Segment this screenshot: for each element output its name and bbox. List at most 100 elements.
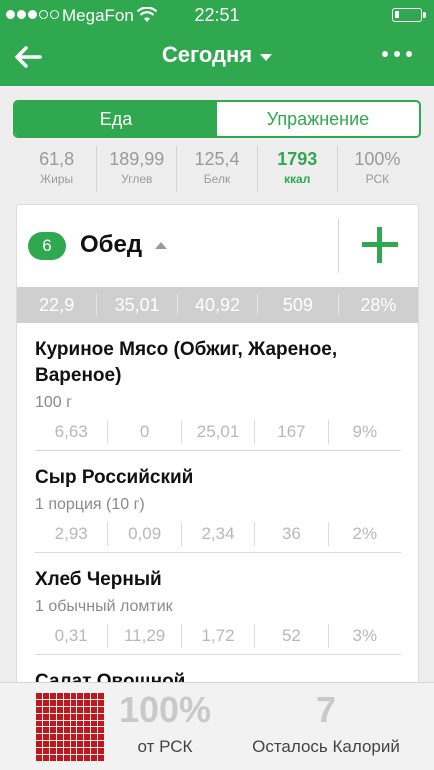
progress-cell: [84, 734, 91, 741]
progress-cell: [63, 720, 70, 727]
progress-cell: [36, 748, 42, 755]
progress-cell: [77, 755, 84, 761]
progress-cell: [56, 699, 63, 706]
summary-value: 100%: [354, 149, 401, 169]
progress-cell: [70, 748, 77, 755]
progress-cell: [91, 741, 98, 748]
food-fat: 0,31: [35, 624, 109, 648]
summary-protein: 125,4 Белк: [177, 146, 258, 192]
progress-cell: [56, 713, 63, 720]
progress-cell: [56, 706, 63, 713]
progress-cell: [56, 741, 63, 748]
tab-exercise[interactable]: Упражнение: [217, 102, 419, 136]
progress-cell: [42, 720, 49, 727]
progress-cell: [49, 748, 56, 755]
food-name: Хлеб Черный: [35, 569, 162, 590]
progress-cell: [91, 713, 98, 720]
summary-label: РСК: [365, 172, 390, 186]
progress-cell: [42, 734, 49, 741]
daily-summary: 61,8 Жиры 189,99 Углев 125,4 Белк 1793 к…: [17, 146, 417, 192]
summary-label: ккал: [284, 172, 311, 186]
summary-value: 189,99: [109, 149, 165, 169]
food-calories: 36: [255, 522, 329, 546]
progress-cell: [42, 755, 49, 761]
food-nutrients: 2,93 0,09 2,34 36 2%: [35, 522, 401, 553]
food-name: Куриное Мясо (Обжиг, Жареное, Вареное): [35, 339, 338, 386]
meal-totals-row: 22,9 35,01 40,92 509 28%: [17, 287, 418, 323]
progress-cell: [63, 741, 70, 748]
progress-cell: [77, 693, 84, 699]
food-portion: 100 г: [35, 394, 72, 411]
progress-cell: [42, 693, 49, 699]
tab-food[interactable]: Еда: [15, 102, 217, 136]
progress-cell: [77, 713, 84, 720]
progress-cell: [91, 755, 98, 761]
food-nutrients: 6,63 0 25,01 167 9%: [35, 420, 401, 451]
progress-cell: [56, 748, 63, 755]
progress-cell: [91, 720, 98, 727]
progress-cell: [36, 699, 42, 706]
food-portion: 1 порция (10 г): [35, 496, 145, 513]
food-item[interactable]: Сыр Российский 1 порция (10 г) 2,93 0,09…: [17, 451, 418, 553]
progress-cell: [91, 693, 98, 699]
summary-value: 125,4: [194, 149, 240, 169]
progress-cell: [56, 720, 63, 727]
food-protein: 25,01: [182, 420, 256, 444]
progress-cell: [36, 713, 42, 720]
food-fat: 2,93: [35, 522, 109, 546]
food-item[interactable]: Хлеб Черный 1 обычный ломтик 0,31 11,29 …: [17, 553, 418, 655]
food-item[interactable]: Куриное Мясо (Обжиг, Жареное, Вареное) 1…: [17, 323, 418, 451]
progress-cell: [42, 713, 49, 720]
progress-cell: [56, 693, 63, 699]
meal-header[interactable]: 6 Обед: [17, 205, 418, 287]
rdi-percent: 100%: [118, 689, 212, 730]
chevron-down-icon: [260, 54, 273, 62]
food-rdi: 9%: [352, 422, 378, 441]
progress-cell: [77, 741, 84, 748]
rdi-progress-grid: [36, 693, 104, 761]
progress-cell: [56, 755, 63, 761]
battery-icon: [392, 8, 426, 22]
progress-cell: [49, 699, 56, 706]
progress-cell: [77, 720, 84, 727]
summary-calories: 1793 ккал: [258, 146, 338, 192]
progress-cell: [36, 720, 42, 727]
progress-cell: [84, 693, 91, 699]
progress-cell: [70, 713, 77, 720]
progress-cell: [36, 727, 42, 734]
progress-cell: [98, 693, 104, 699]
meal-total-fat: 22,9: [17, 294, 98, 316]
progress-cell: [49, 693, 56, 699]
progress-cell: [63, 734, 70, 741]
date-selector[interactable]: Сегодня: [0, 42, 434, 68]
progress-cell: [84, 713, 91, 720]
food-portion: 1 обычный ломтик: [35, 598, 173, 615]
progress-cell: [98, 713, 104, 720]
progress-cell: [98, 699, 104, 706]
progress-cell: [49, 734, 56, 741]
meal-count-badge: 6: [28, 232, 66, 260]
progress-cell: [91, 706, 98, 713]
progress-cell: [63, 748, 70, 755]
progress-cell: [70, 734, 77, 741]
progress-cell: [70, 693, 77, 699]
summary-value: 61,8: [39, 149, 75, 169]
summary-fat: 61,8 Жиры: [17, 146, 98, 192]
progress-cell: [49, 706, 56, 713]
meal-total-protein: 40,92: [178, 294, 259, 316]
progress-cell: [63, 713, 70, 720]
summary-value: 1793: [277, 149, 318, 169]
summary-carbs: 189,99 Углев: [97, 146, 178, 192]
more-icon[interactable]: [382, 51, 412, 57]
add-food-button[interactable]: [362, 227, 398, 263]
progress-cell: [49, 741, 56, 748]
progress-cell: [42, 699, 49, 706]
meal-title: Обед: [80, 231, 143, 258]
meal-total-carbs: 35,01: [97, 294, 178, 316]
chevron-up-icon: [155, 242, 167, 249]
progress-cell: [98, 706, 104, 713]
progress-cell: [42, 741, 49, 748]
meal-card: 6 Обед 22,9 35,01 40,92 509 28% Куриное …: [16, 204, 419, 704]
food-carbs: 0: [108, 420, 182, 444]
progress-cell: [77, 706, 84, 713]
